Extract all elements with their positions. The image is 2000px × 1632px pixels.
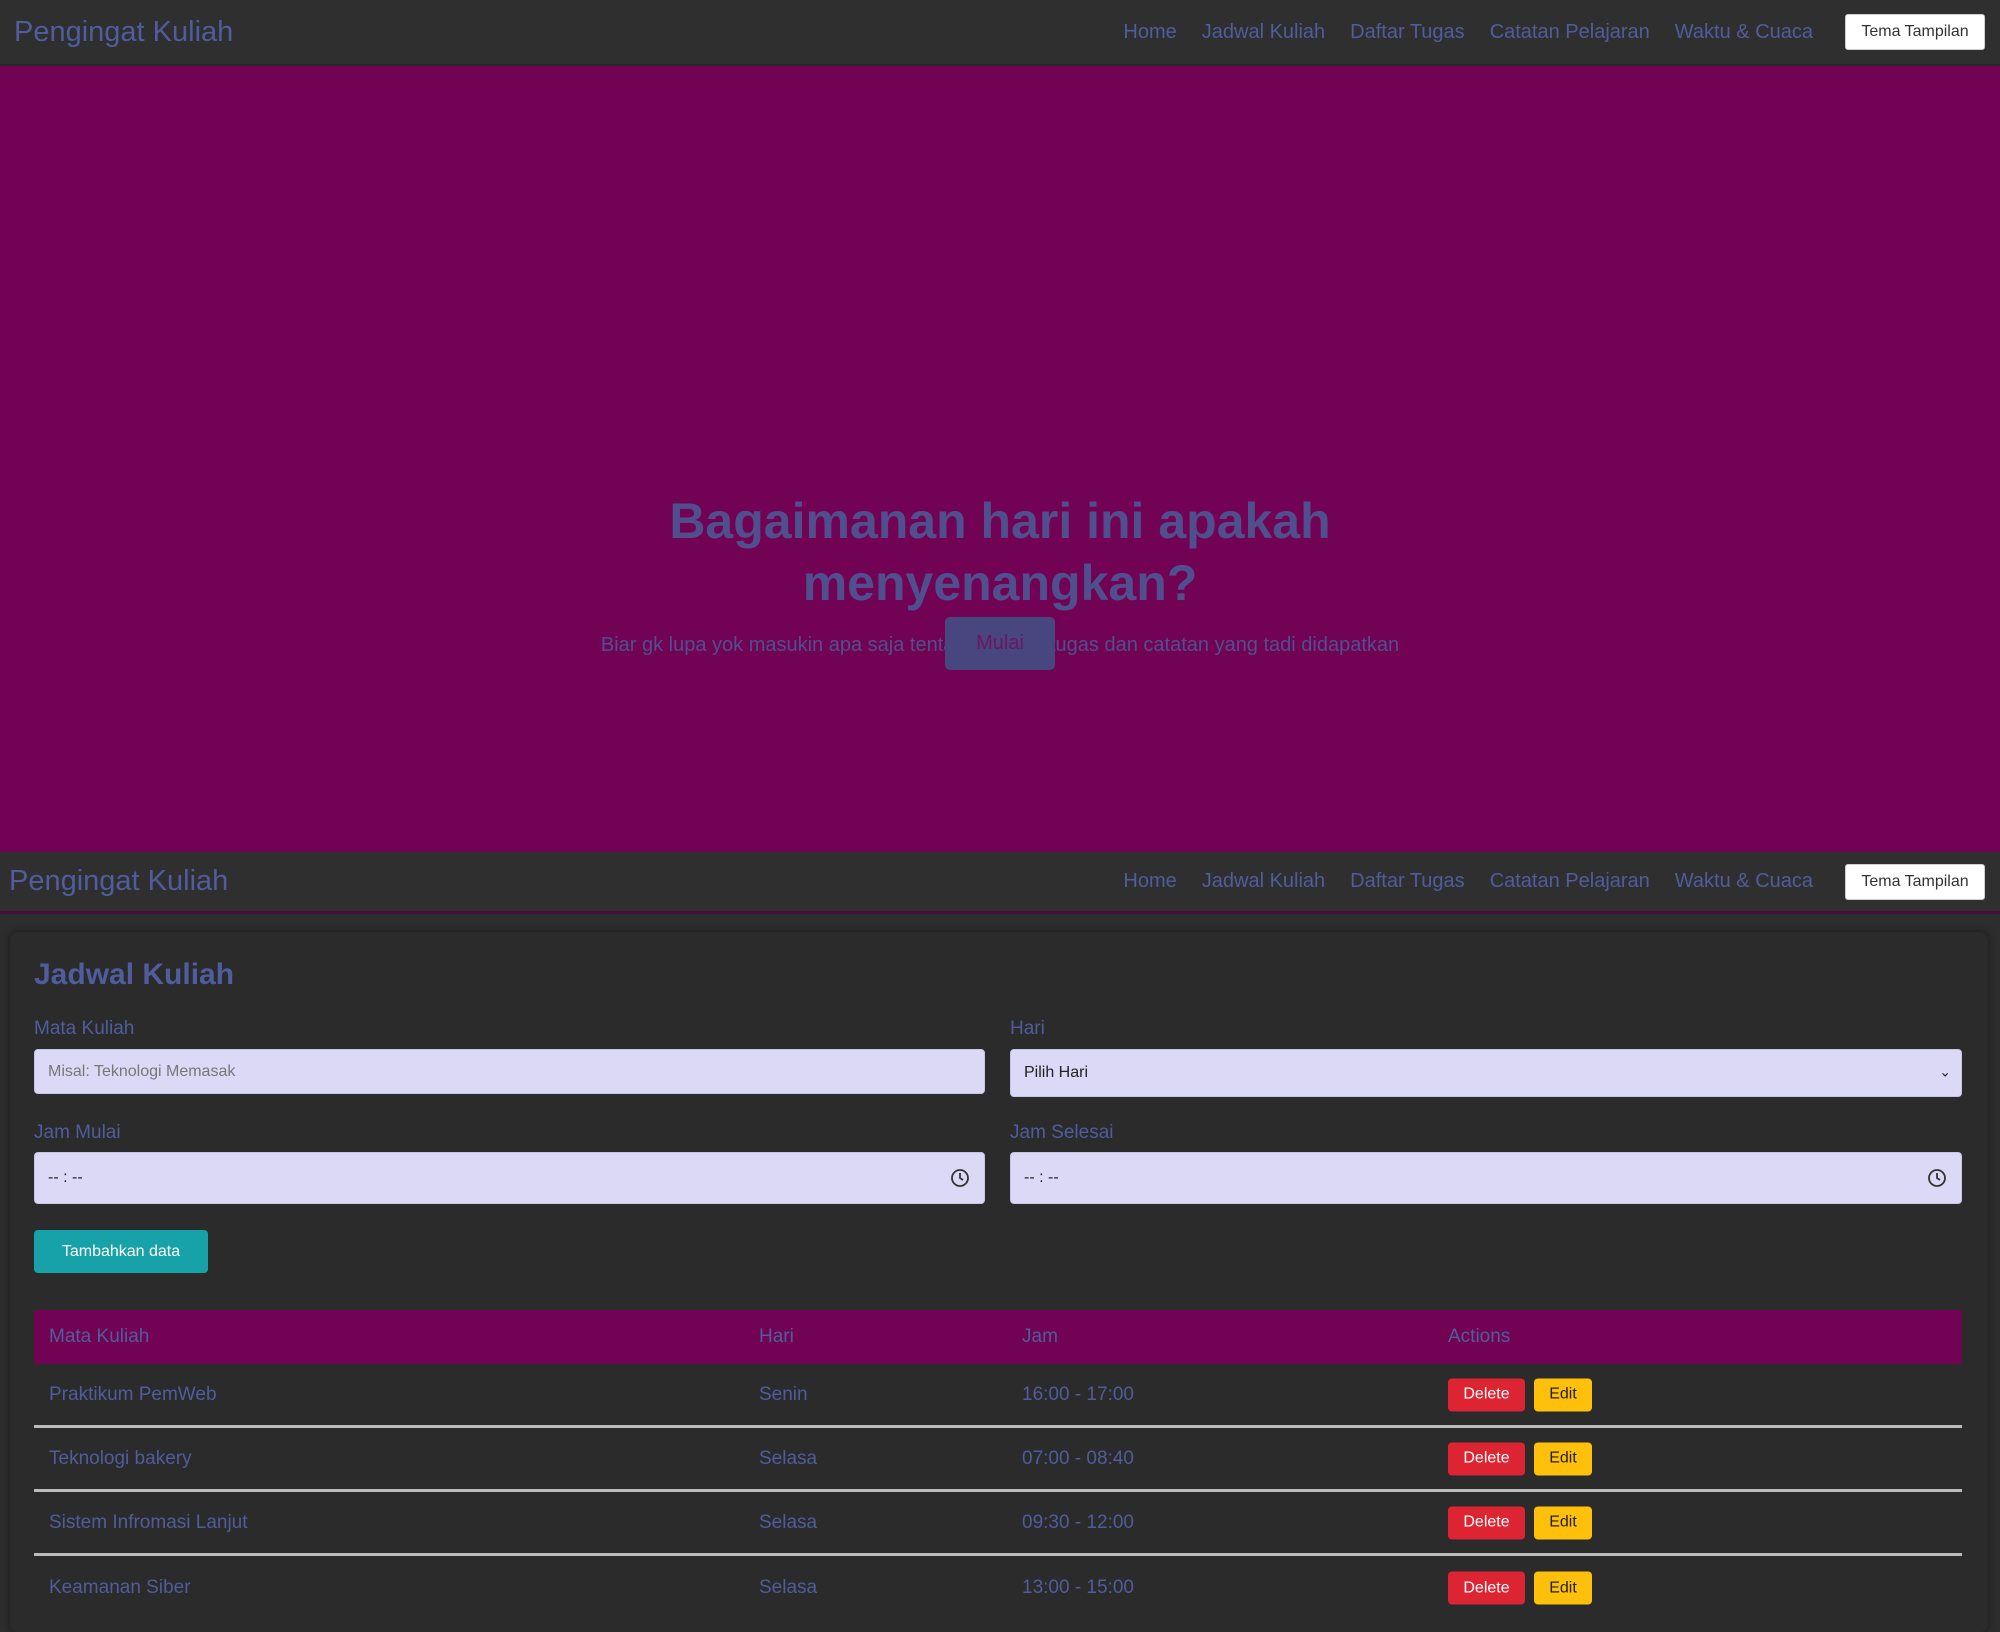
hero-title-line1: Bagaimanan hari ini apakah: [669, 493, 1331, 549]
table-row: Sistem Infromasi Lanjut Selasa 09:30 - 1…: [34, 1492, 1962, 1556]
cell-course: Teknologi bakery: [49, 1447, 192, 1469]
clock-icon[interactable]: [1927, 1168, 1947, 1188]
nav-links: Home Jadwal Kuliah Daftar Tugas Catatan …: [1123, 870, 1813, 893]
start-time-value: -- : --: [48, 1169, 83, 1186]
nav-item-catatan-pelajaran[interactable]: Catatan Pelajaran: [1490, 21, 1650, 44]
nav-item-catatan-pelajaran[interactable]: Catatan Pelajaran: [1490, 870, 1650, 893]
edit-button[interactable]: Edit: [1534, 1442, 1592, 1475]
day-select[interactable]: Pilih Hari ⌄: [1010, 1049, 1962, 1097]
header-jam: Jam: [1022, 1326, 1058, 1347]
cell-day: Selasa: [759, 1577, 818, 1598]
theme-toggle-button[interactable]: Tema Tampilan: [1845, 863, 1985, 900]
hero-title-line2: menyenangkan?: [802, 555, 1198, 611]
hero-title: Bagaimanan hari ini apakah menyenangkan?: [0, 490, 2000, 614]
schedule-title: Jadwal Kuliah: [34, 958, 235, 991]
theme-toggle-button[interactable]: Tema Tampilan: [1845, 14, 1985, 50]
end-time-input[interactable]: -- : --: [1010, 1152, 1962, 1204]
cell-day: Selasa: [759, 1447, 818, 1469]
add-data-button[interactable]: Tambahkan data: [34, 1230, 208, 1273]
brand-logo-text[interactable]: Pengingat Kuliah: [14, 16, 233, 49]
table-row: Teknologi bakery Selasa 07:00 - 08:40 De…: [34, 1428, 1962, 1492]
cell-time: 13:00 - 15:00: [1022, 1577, 1134, 1598]
nav-item-daftar-tugas[interactable]: Daftar Tugas: [1350, 21, 1465, 44]
nav-item-daftar-tugas[interactable]: Daftar Tugas: [1350, 870, 1465, 893]
start-button[interactable]: Mulai: [945, 617, 1055, 670]
delete-button[interactable]: Delete: [1448, 1378, 1525, 1411]
nav-links: Home Jadwal Kuliah Daftar Tugas Catatan …: [1123, 21, 1813, 44]
cell-time: 07:00 - 08:40: [1022, 1447, 1134, 1469]
nav-item-waktu-cuaca[interactable]: Waktu & Cuaca: [1675, 21, 1813, 44]
table-row: Keamanan Siber Selasa 13:00 - 15:00 Dele…: [34, 1556, 1962, 1620]
cell-day: Selasa: [759, 1511, 818, 1533]
header-hari: Hari: [759, 1326, 794, 1347]
header-mata-kuliah: Mata Kuliah: [49, 1326, 150, 1347]
nav-item-jadwal-kuliah[interactable]: Jadwal Kuliah: [1202, 870, 1325, 893]
cell-time: 09:30 - 12:00: [1022, 1511, 1134, 1533]
day-label: Hari: [1010, 1018, 1045, 1039]
nav-item-home[interactable]: Home: [1123, 870, 1176, 893]
cell-time: 16:00 - 17:00: [1022, 1383, 1134, 1405]
schedule-card: Jadwal Kuliah Mata Kuliah Misal: Teknolo…: [10, 932, 1988, 1632]
end-time-label: Jam Selesai: [1010, 1122, 1114, 1143]
table-row: Praktikum PemWeb Senin 16:00 - 17:00 Del…: [34, 1364, 1962, 1428]
edit-button[interactable]: Edit: [1534, 1506, 1592, 1539]
delete-button[interactable]: Delete: [1448, 1506, 1525, 1539]
start-time-label: Jam Mulai: [34, 1122, 121, 1143]
course-input[interactable]: Misal: Teknologi Memasak: [34, 1049, 985, 1094]
chevron-down-icon: ⌄: [1939, 1063, 1951, 1080]
course-input-placeholder: Misal: Teknologi Memasak: [48, 1062, 236, 1080]
cell-day: Senin: [759, 1383, 808, 1405]
schedule-table: Mata Kuliah Hari Jam Actions Praktikum P…: [34, 1310, 1962, 1620]
nav-item-jadwal-kuliah[interactable]: Jadwal Kuliah: [1202, 21, 1325, 44]
sticky-navbar: Pengingat Kuliah Home Jadwal Kuliah Daft…: [0, 852, 2000, 914]
cell-course: Sistem Infromasi Lanjut: [49, 1511, 248, 1533]
cell-course: Praktikum PemWeb: [49, 1383, 217, 1405]
course-label: Mata Kuliah: [34, 1018, 135, 1039]
top-navbar: Pengingat Kuliah Home Jadwal Kuliah Daft…: [0, 0, 2000, 66]
edit-button[interactable]: Edit: [1534, 1378, 1592, 1411]
start-time-input[interactable]: -- : --: [34, 1152, 985, 1204]
nav-item-waktu-cuaca[interactable]: Waktu & Cuaca: [1675, 870, 1813, 893]
end-time-value: -- : --: [1024, 1169, 1059, 1186]
hero-section: Bagaimanan hari ini apakah menyenangkan?…: [0, 66, 2000, 852]
cell-course: Keamanan Siber: [49, 1577, 191, 1598]
delete-button[interactable]: Delete: [1448, 1442, 1525, 1475]
nav-item-home[interactable]: Home: [1123, 21, 1176, 44]
table-header: Mata Kuliah Hari Jam Actions: [34, 1310, 1962, 1364]
brand-logo-text[interactable]: Pengingat Kuliah: [9, 865, 228, 898]
clock-icon[interactable]: [950, 1168, 970, 1188]
header-actions: Actions: [1448, 1326, 1511, 1347]
day-select-value: Pilih Hari: [1024, 1064, 1089, 1081]
